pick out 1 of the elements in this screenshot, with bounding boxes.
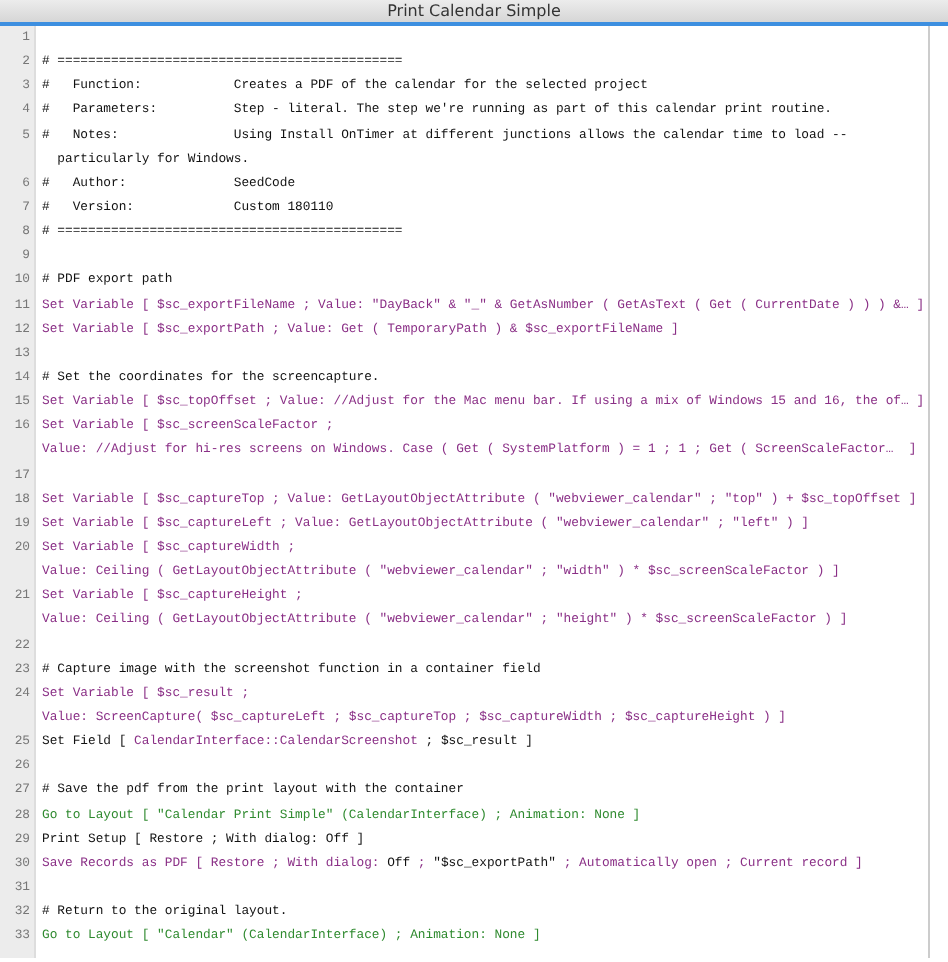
window-title: Print Calendar Simple [387,2,561,20]
